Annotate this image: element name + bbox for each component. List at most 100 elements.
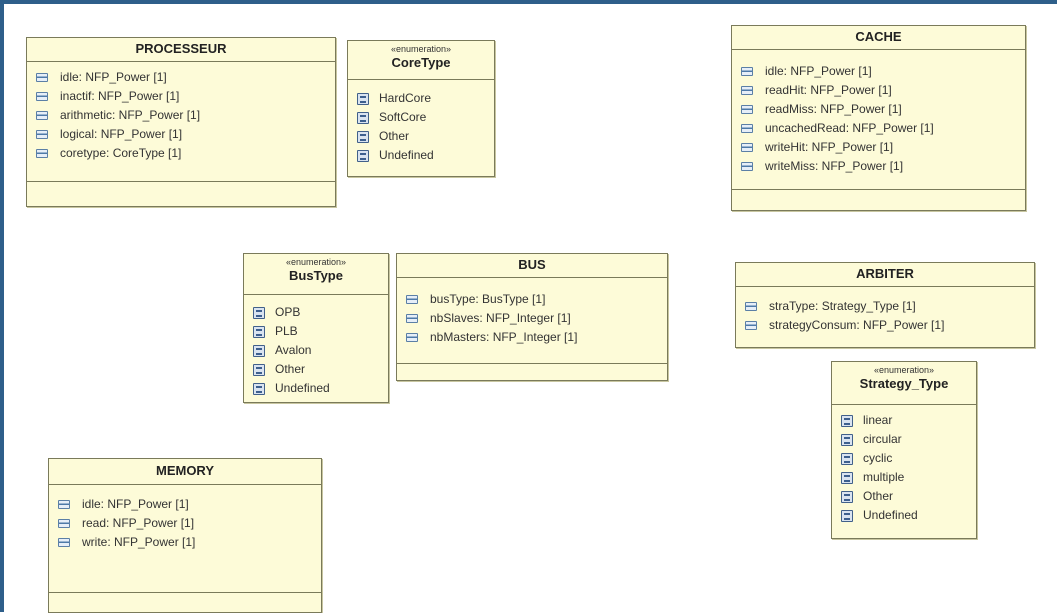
literal-icon <box>253 344 265 357</box>
literal-icon <box>841 509 853 522</box>
attributes-compartment: straType: Strategy_Type [1] strategyCons… <box>736 287 1034 349</box>
attributes-compartment: idle: NFP_Power [1] read: NFP_Power [1] … <box>49 485 321 593</box>
class-header: «enumeration» CoreType <box>348 41 494 80</box>
literal-icon <box>841 452 853 465</box>
enum-literal[interactable]: Avalon <box>244 341 388 360</box>
attribute-icon <box>741 67 753 76</box>
class-name: CoreType <box>391 55 451 70</box>
literals-compartment: linear circular cyclic multiple Other Un… <box>832 405 976 529</box>
enum-strategy-type[interactable]: «enumeration» Strategy_Type linear circu… <box>831 361 977 539</box>
attributes-compartment: idle: NFP_Power [1] inactif: NFP_Power [… <box>27 62 335 182</box>
class-cache[interactable]: CACHE idle: NFP_Power [1] readHit: NFP_P… <box>731 25 1026 211</box>
class-header: PROCESSEUR <box>27 38 335 62</box>
attribute[interactable]: readHit: NFP_Power [1] <box>732 81 1025 100</box>
attribute[interactable]: idle: NFP_Power [1] <box>27 68 335 87</box>
attribute-label: idle: NFP_Power [1] <box>82 497 189 511</box>
attribute-label: nbMasters: NFP_Integer [1] <box>430 330 578 344</box>
class-header: BUS <box>397 254 667 278</box>
attribute[interactable]: writeHit: NFP_Power [1] <box>732 138 1025 157</box>
class-processeur[interactable]: PROCESSEUR idle: NFP_Power [1] inactif: … <box>26 37 336 207</box>
literal-label: cyclic <box>863 451 893 465</box>
literal-label: linear <box>863 413 893 427</box>
literal-icon <box>841 433 853 446</box>
class-header: «enumeration» BusType <box>244 254 388 295</box>
enum-coretype[interactable]: «enumeration» CoreType HardCore SoftCore… <box>347 40 495 177</box>
enum-literal[interactable]: SoftCore <box>348 108 494 127</box>
enum-literal[interactable]: OPB <box>244 303 388 322</box>
attribute[interactable]: nbSlaves: NFP_Integer [1] <box>397 309 667 328</box>
attribute-icon <box>741 86 753 95</box>
attribute[interactable]: inactif: NFP_Power [1] <box>27 87 335 106</box>
attribute-icon <box>36 149 48 158</box>
literal-icon <box>253 363 265 376</box>
attribute[interactable]: nbMasters: NFP_Integer [1] <box>397 328 667 347</box>
enum-literal[interactable]: Undefined <box>832 506 976 525</box>
attribute-label: inactif: NFP_Power [1] <box>60 89 180 103</box>
attribute[interactable]: read: NFP_Power [1] <box>49 514 321 533</box>
class-name: MEMORY <box>155 463 215 478</box>
attribute-label: logical: NFP_Power [1] <box>60 127 183 141</box>
attribute[interactable]: logical: NFP_Power [1] <box>27 125 335 144</box>
enum-literal[interactable]: HardCore <box>348 89 494 108</box>
enum-literal[interactable]: circular <box>832 430 976 449</box>
enum-bustype[interactable]: «enumeration» BusType OPB PLB Avalon Oth… <box>243 253 389 403</box>
attribute[interactable]: coretype: CoreType [1] <box>27 144 335 163</box>
literals-compartment: HardCore SoftCore Other Undefined <box>348 80 494 169</box>
literal-label: circular <box>863 432 902 446</box>
class-memory[interactable]: MEMORY idle: NFP_Power [1] read: NFP_Pow… <box>48 458 322 613</box>
attribute-icon <box>58 519 70 528</box>
attribute-icon <box>406 314 418 323</box>
attribute-icon <box>36 130 48 139</box>
class-bus[interactable]: BUS busType: BusType [1] nbSlaves: NFP_I… <box>396 253 668 381</box>
class-name: Strategy_Type <box>859 376 949 391</box>
attribute[interactable]: arithmetic: NFP_Power [1] <box>27 106 335 125</box>
literal-icon <box>841 471 853 484</box>
attribute[interactable]: straType: Strategy_Type [1] <box>736 297 1034 316</box>
enum-literal[interactable]: multiple <box>832 468 976 487</box>
attributes-compartment: busType: BusType [1] nbSlaves: NFP_Integ… <box>397 278 667 364</box>
enum-literal[interactable]: linear <box>832 411 976 430</box>
attribute-label: coretype: CoreType [1] <box>60 146 182 160</box>
literal-label: Undefined <box>275 381 330 395</box>
attribute-icon <box>741 124 753 133</box>
enum-literal[interactable]: Undefined <box>348 146 494 165</box>
class-name: CACHE <box>855 29 902 44</box>
class-name: PROCESSEUR <box>135 41 227 56</box>
attribute[interactable]: busType: BusType [1] <box>397 290 667 309</box>
attribute[interactable]: write: NFP_Power [1] <box>49 533 321 552</box>
enum-literal[interactable]: Other <box>244 360 388 379</box>
attribute-icon <box>36 73 48 82</box>
attribute[interactable]: idle: NFP_Power [1] <box>49 495 321 514</box>
attribute[interactable]: idle: NFP_Power [1] <box>732 62 1025 81</box>
class-header: CACHE <box>732 26 1025 50</box>
enum-literal[interactable]: Undefined <box>244 379 388 398</box>
literal-icon <box>841 490 853 503</box>
enum-literal[interactable]: PLB <box>244 322 388 341</box>
literal-label: multiple <box>863 470 905 484</box>
class-name: BUS <box>518 257 546 272</box>
attribute[interactable]: readMiss: NFP_Power [1] <box>732 100 1025 119</box>
attribute-label: busType: BusType [1] <box>430 292 546 306</box>
enum-literal[interactable]: Other <box>832 487 976 506</box>
literal-icon <box>357 92 369 105</box>
literal-icon <box>253 325 265 338</box>
attribute-icon <box>406 333 418 342</box>
attribute[interactable]: strategyConsum: NFP_Power [1] <box>736 316 1034 335</box>
attribute[interactable]: uncachedRead: NFP_Power [1] <box>732 119 1025 138</box>
literal-icon <box>841 414 853 427</box>
attribute-icon <box>741 162 753 171</box>
enum-literal[interactable]: cyclic <box>832 449 976 468</box>
attribute-label: readHit: NFP_Power [1] <box>765 83 892 97</box>
attribute-label: uncachedRead: NFP_Power [1] <box>765 121 934 135</box>
attribute-label: strategyConsum: NFP_Power [1] <box>769 318 945 332</box>
attribute-label: write: NFP_Power [1] <box>82 535 196 549</box>
class-arbiter[interactable]: ARBITER straType: Strategy_Type [1] stra… <box>735 262 1035 348</box>
attribute[interactable]: writeMiss: NFP_Power [1] <box>732 157 1025 176</box>
attribute-icon <box>58 500 70 509</box>
stereotype-label: «enumeration» <box>873 365 935 375</box>
class-name: BusType <box>289 268 343 283</box>
literal-label: Other <box>863 489 894 503</box>
enum-literal[interactable]: Other <box>348 127 494 146</box>
literal-label: OPB <box>275 305 301 319</box>
literal-label: Undefined <box>863 508 918 522</box>
